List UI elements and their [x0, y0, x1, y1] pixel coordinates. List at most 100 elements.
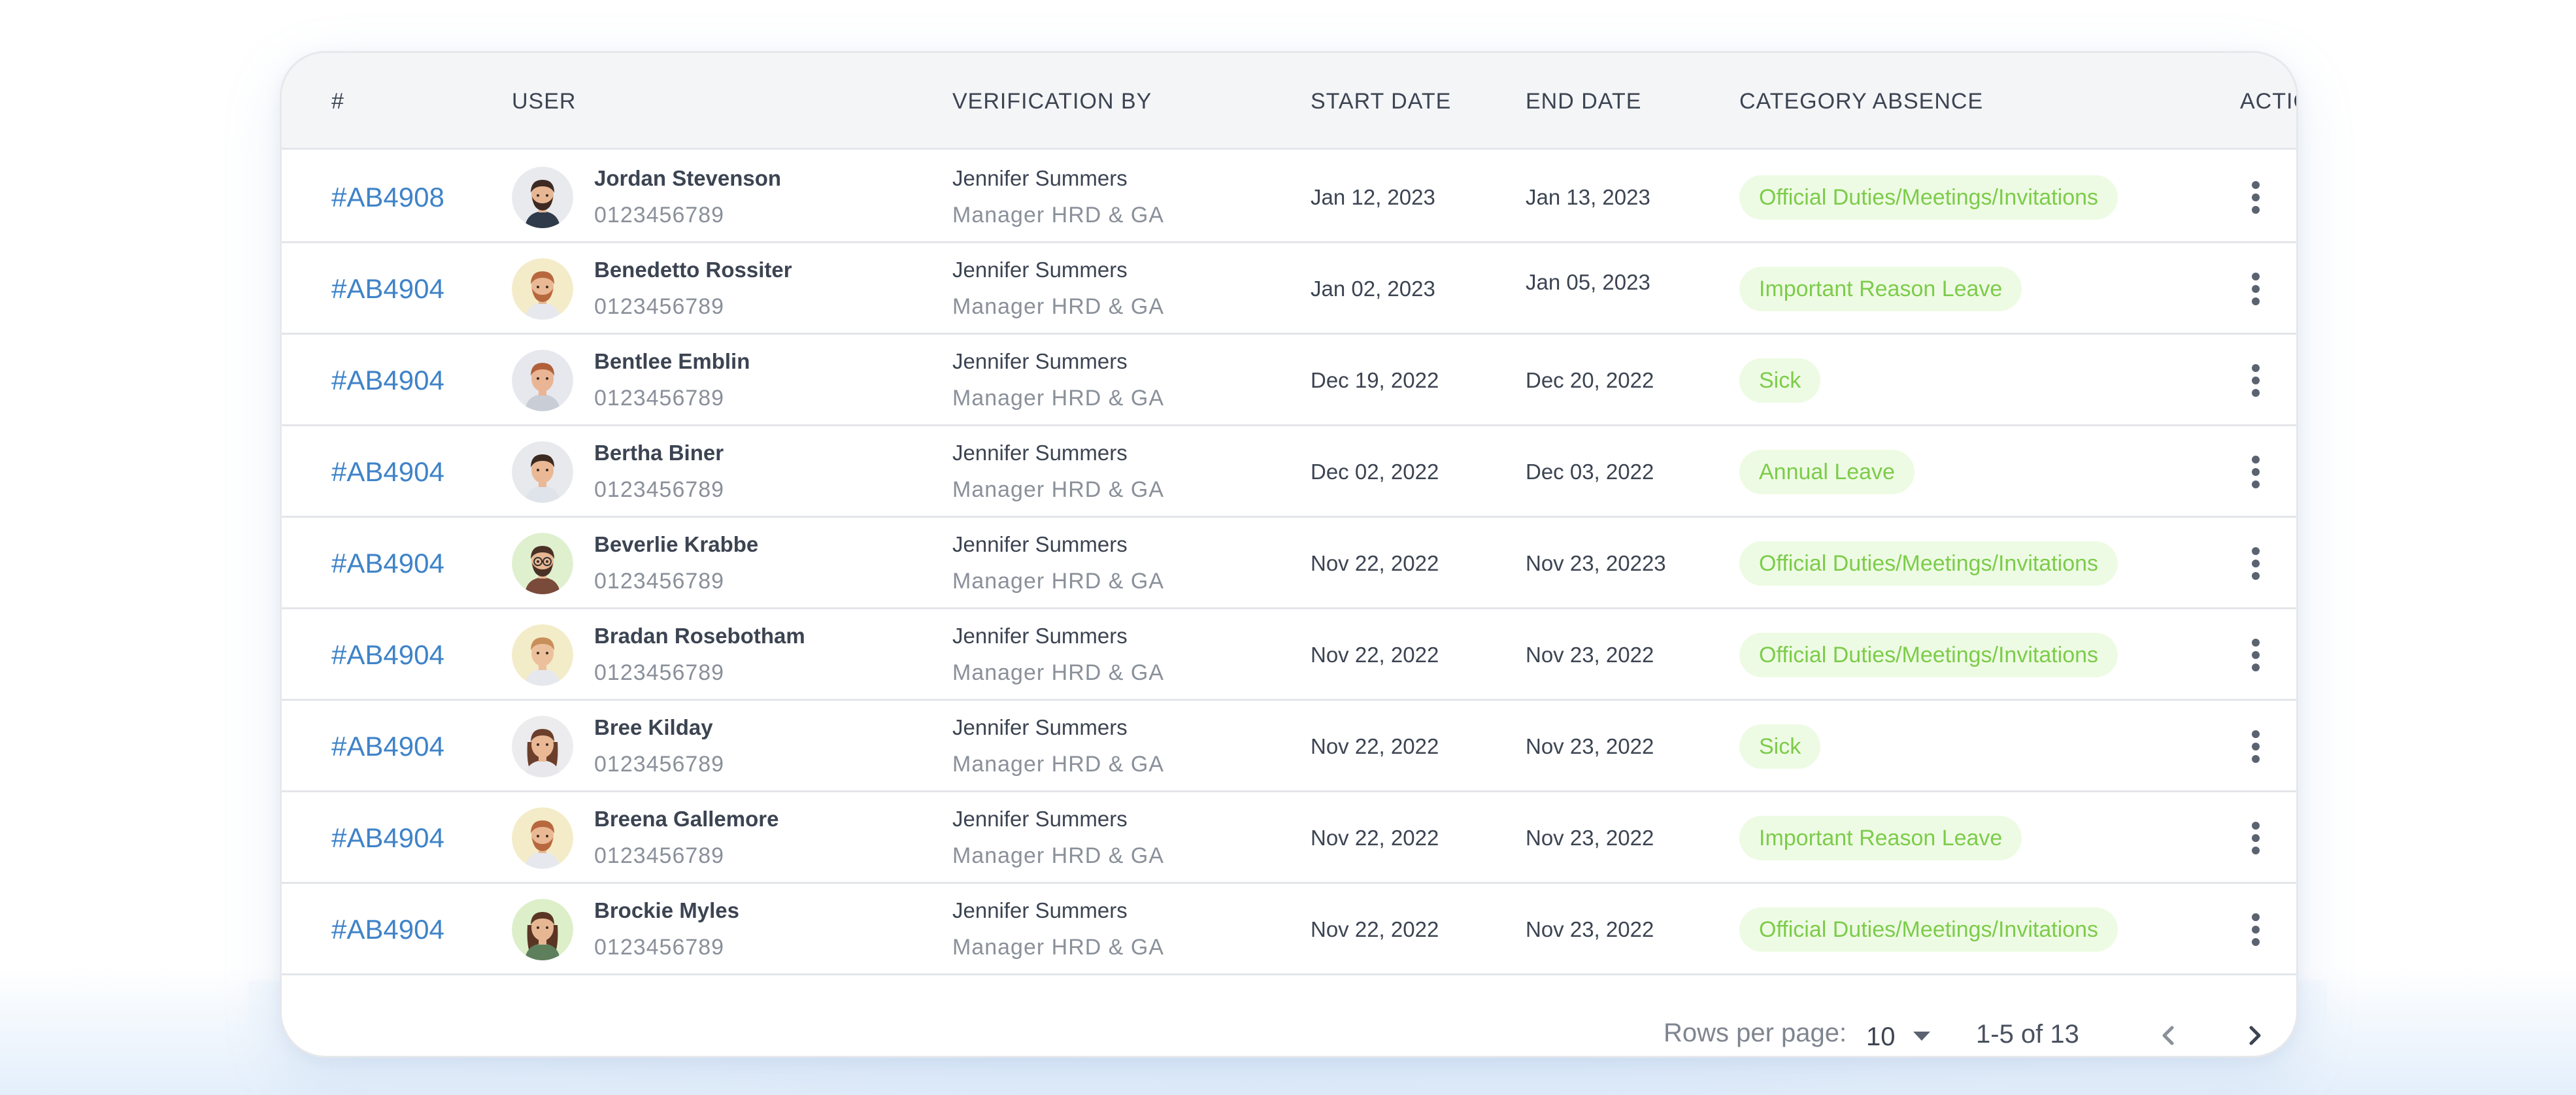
end-date: Jan 13, 2023	[1526, 185, 1650, 209]
verifier-name: Jennifer Summers	[952, 532, 1128, 556]
absence-table-card: # USER VERIFICATION BY START DATE END DA…	[280, 51, 2298, 1058]
more-actions-button[interactable]	[2243, 456, 2269, 488]
kebab-dot	[2252, 938, 2260, 946]
table-row[interactable]: #AB4904 Breena Gallemore 0123456789 Jennife…	[282, 792, 2296, 884]
column-header-user[interactable]: USER	[512, 53, 576, 150]
column-header-end-date[interactable]: END DATE	[1526, 53, 1641, 150]
kebab-dot	[2252, 297, 2260, 305]
category-badge: Sick	[1739, 358, 1821, 403]
avatar	[512, 624, 573, 686]
user-phone: 0123456789	[594, 294, 725, 319]
verifier-role: Manager HRD & GA	[952, 477, 1164, 502]
start-date: Nov 22, 2022	[1311, 643, 1439, 667]
category-badge: Annual Leave	[1739, 450, 1915, 494]
absence-id-link[interactable]: #AB4904	[331, 426, 444, 518]
kebab-dot	[2252, 639, 2260, 647]
more-actions-button[interactable]	[2243, 547, 2269, 580]
table-pagination: Rows per page: 10 1-5 of 13	[282, 1019, 2296, 1056]
verifier-role: Manager HRD & GA	[952, 935, 1164, 960]
table-row[interactable]: #AB4908 Jordan Stevenson 0123456789 Jennife…	[282, 152, 2296, 243]
user-phone: 0123456789	[594, 843, 725, 868]
kebab-dot	[2252, 664, 2260, 671]
avatar-man-beard-dark-icon	[512, 167, 573, 228]
avatar-man-light-hair-icon	[512, 624, 573, 686]
start-date: Dec 19, 2022	[1311, 368, 1439, 392]
category-badge: Official Duties/Meetings/Invitations	[1739, 907, 2118, 952]
chevron-right-icon	[2249, 1026, 2261, 1045]
absence-id-link[interactable]: #AB4904	[331, 335, 444, 426]
avatar-man-ginger-icon	[512, 350, 573, 411]
kebab-dot	[2252, 273, 2260, 280]
absence-id-link[interactable]: #AB4904	[331, 701, 444, 792]
kebab-dot	[2252, 834, 2260, 842]
end-date: Nov 23, 2022	[1526, 917, 1654, 941]
kebab-dot	[2252, 822, 2260, 830]
kebab-dot	[2252, 285, 2260, 293]
end-date: Nov 23, 2022	[1526, 643, 1654, 667]
user-name: Bree Kilday	[594, 715, 713, 739]
table-row[interactable]: #AB4904 Brockie Myles 0123456789 Jennifer S…	[282, 884, 2296, 975]
kebab-dot	[2252, 480, 2260, 488]
absence-id-link[interactable]: #AB4904	[331, 609, 444, 701]
more-actions-button[interactable]	[2243, 181, 2269, 214]
end-date: Jan 05, 2023	[1526, 270, 1650, 294]
absence-id-link[interactable]: #AB4904	[331, 792, 444, 884]
absence-id-link[interactable]: #AB4908	[331, 152, 444, 243]
kebab-dot	[2252, 468, 2260, 476]
more-actions-button[interactable]	[2243, 913, 2269, 946]
verifier-role: Manager HRD & GA	[952, 386, 1164, 411]
user-phone: 0123456789	[594, 386, 725, 411]
absence-id-link[interactable]: #AB4904	[331, 884, 444, 975]
user-name: Breena Gallemore	[594, 807, 779, 831]
kebab-dot	[2252, 572, 2260, 580]
rows-per-page-label: Rows per page:	[1664, 1019, 1847, 1047]
more-actions-button[interactable]	[2243, 730, 2269, 763]
more-actions-button[interactable]	[2243, 364, 2269, 397]
column-header-category[interactable]: CATEGORY ABSENCE	[1739, 53, 1983, 150]
avatar	[512, 258, 573, 320]
kebab-dot	[2252, 389, 2260, 397]
table-row[interactable]: #AB4904 Bertha Biner 0123456789 Jennifer Su…	[282, 426, 2296, 518]
column-header-id[interactable]: #	[331, 53, 344, 150]
absence-id-link[interactable]: #AB4904	[331, 243, 444, 335]
verifier-name: Jennifer Summers	[952, 715, 1128, 739]
verifier-name: Jennifer Summers	[952, 166, 1128, 190]
verifier-name: Jennifer Summers	[952, 624, 1128, 648]
table-row[interactable]: #AB4904 Benedetto Rossiter 0123456789 Jenni…	[282, 243, 2296, 335]
more-actions-button[interactable]	[2243, 822, 2269, 854]
user-phone: 0123456789	[594, 569, 725, 594]
kebab-dot	[2252, 743, 2260, 750]
kebab-dot	[2252, 377, 2260, 384]
column-header-verification[interactable]: VERIFICATION BY	[952, 53, 1152, 150]
table-row[interactable]: #AB4904 Beverlie Krabbe 0123456789 Jennifer…	[282, 518, 2296, 609]
previous-page-button[interactable]	[2150, 1016, 2189, 1055]
more-actions-button[interactable]	[2243, 639, 2269, 671]
user-name: Jordan Stevenson	[594, 166, 782, 190]
verifier-name: Jennifer Summers	[952, 349, 1128, 373]
kebab-dot	[2252, 913, 2260, 921]
next-page-button[interactable]	[2235, 1016, 2274, 1055]
kebab-dot	[2252, 651, 2260, 659]
table-row[interactable]: #AB4904 Bradan Rosebotham 0123456789 Jennif…	[282, 609, 2296, 701]
avatar-man-ginger-beard-icon	[512, 258, 573, 320]
verifier-role: Manager HRD & GA	[952, 203, 1164, 227]
table-row[interactable]: #AB4904 Bentlee Emblin 0123456789 Jennifer …	[282, 335, 2296, 426]
column-header-start-date[interactable]: START DATE	[1311, 53, 1451, 150]
kebab-dot	[2252, 926, 2260, 934]
avatar	[512, 807, 573, 869]
rows-per-page-select[interactable]: 10	[1866, 1020, 1938, 1053]
chevron-left-icon	[2162, 1026, 2174, 1045]
more-actions-button[interactable]	[2243, 273, 2269, 305]
verifier-name: Jennifer Summers	[952, 441, 1128, 465]
rows-per-page-value: 10	[1866, 1022, 1896, 1051]
start-date: Nov 22, 2022	[1311, 551, 1439, 575]
pagination-range: 1-5 of 13	[1976, 1020, 2079, 1049]
category-badge: Important Reason Leave	[1739, 816, 2022, 860]
start-date: Jan 02, 2023	[1311, 277, 1435, 301]
end-date: Nov 23, 2022	[1526, 734, 1654, 758]
kebab-dot	[2252, 547, 2260, 555]
verifier-name: Jennifer Summers	[952, 258, 1128, 282]
start-date: Nov 22, 2022	[1311, 826, 1439, 850]
table-row[interactable]: #AB4904 Bree Kilday 0123456789 Jennifer Sum…	[282, 701, 2296, 792]
absence-id-link[interactable]: #AB4904	[331, 518, 444, 609]
